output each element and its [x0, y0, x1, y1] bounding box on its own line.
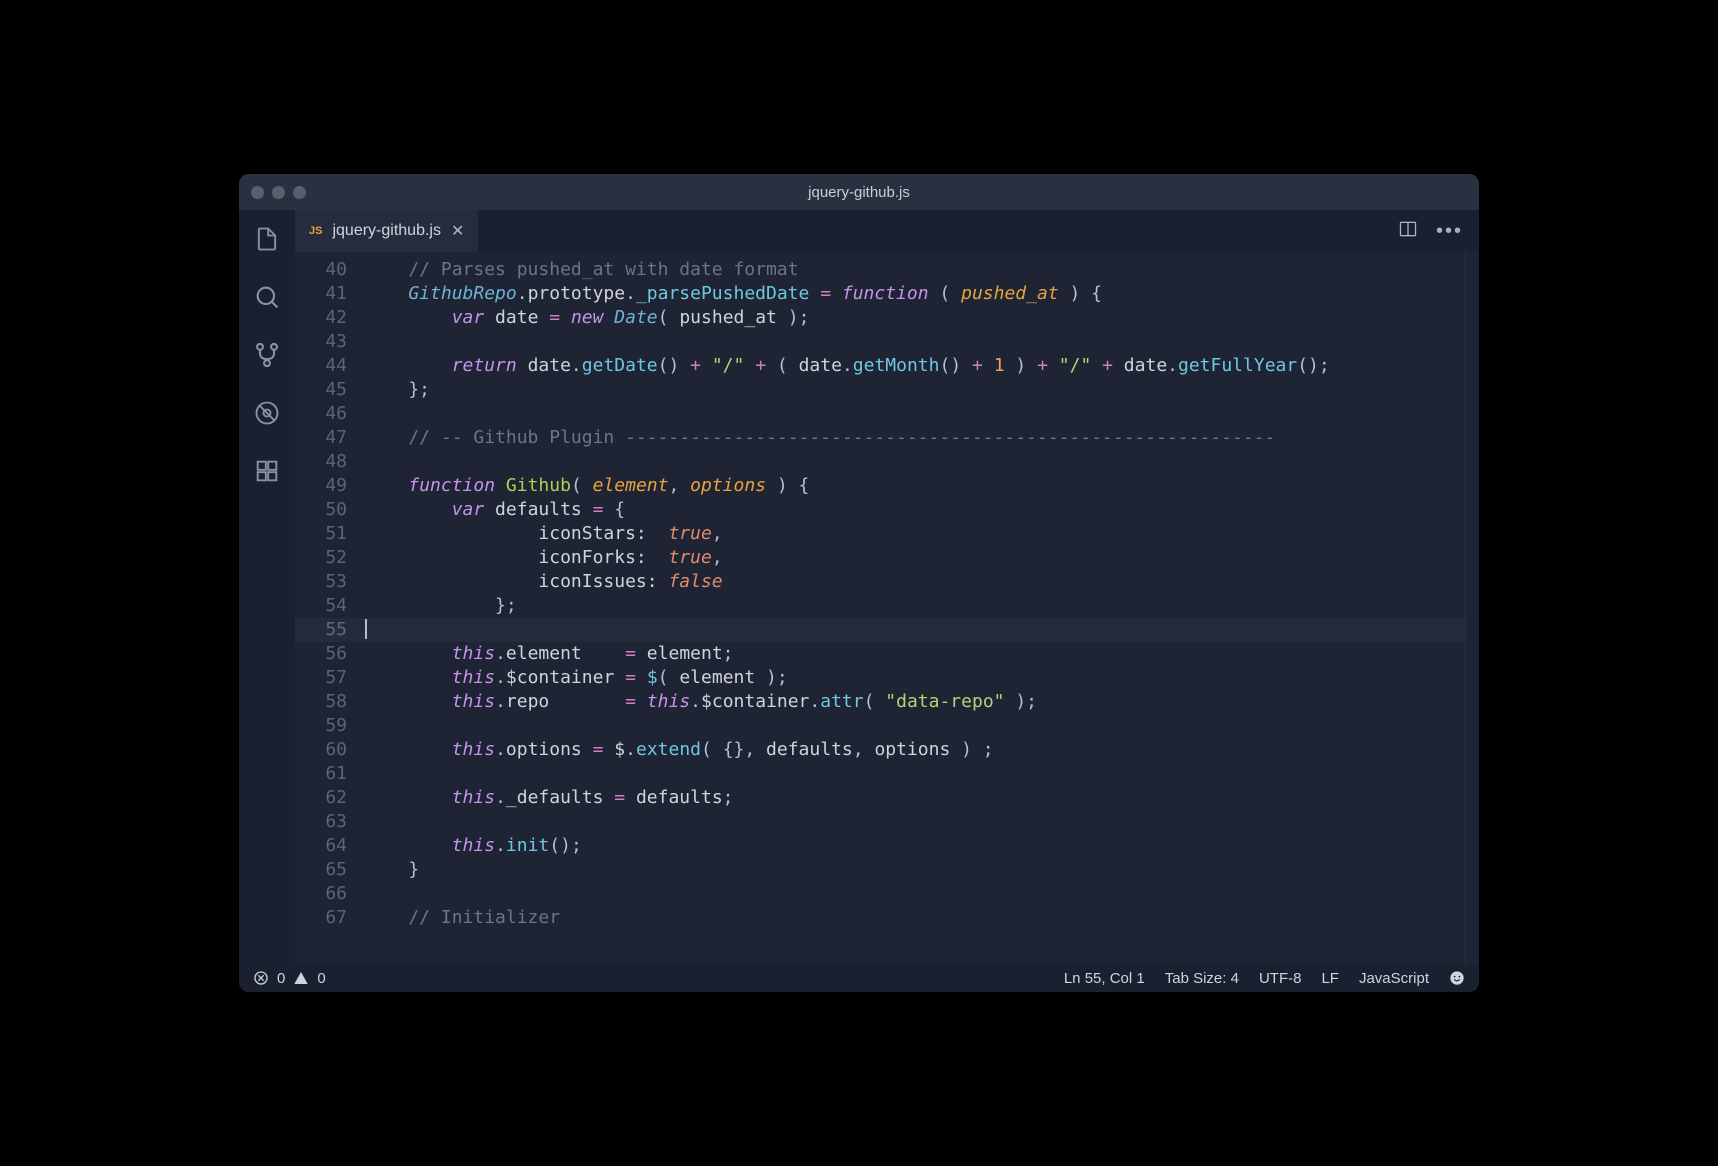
line-number: 53 [295, 570, 347, 594]
line-number: 63 [295, 810, 347, 834]
editor-body: JS jquery-github.js ✕ ••• 40414243444546… [239, 210, 1479, 964]
close-tab-icon[interactable]: ✕ [451, 221, 464, 241]
more-actions-icon[interactable]: ••• [1436, 220, 1463, 243]
code-line[interactable]: iconStars: true, [365, 522, 1465, 546]
code-line[interactable]: this.repo = this.$container.attr( "data-… [365, 690, 1465, 714]
line-number: 44 [295, 354, 347, 378]
line-number: 49 [295, 474, 347, 498]
code-line[interactable] [365, 402, 1465, 426]
minimap-scrollbar[interactable] [1465, 252, 1479, 964]
line-number: 65 [295, 858, 347, 882]
code-line[interactable]: GithubRepo.prototype._parsePushedDate = … [365, 282, 1465, 306]
extensions-icon[interactable] [252, 456, 282, 486]
encoding[interactable]: UTF-8 [1259, 970, 1302, 987]
code-line[interactable]: // Parses pushed_at with date format [365, 258, 1465, 282]
code-line[interactable]: this.init(); [365, 834, 1465, 858]
line-number: 62 [295, 786, 347, 810]
code-line[interactable]: iconForks: true, [365, 546, 1465, 570]
eol[interactable]: LF [1321, 970, 1339, 987]
line-number: 64 [295, 834, 347, 858]
code-line[interactable] [365, 882, 1465, 906]
warnings-count[interactable]: 0 [317, 970, 325, 987]
tab-actions: ••• [1398, 210, 1479, 252]
code-line[interactable] [365, 714, 1465, 738]
code-line[interactable] [365, 762, 1465, 786]
line-number: 41 [295, 282, 347, 306]
line-number: 58 [295, 690, 347, 714]
language-mode[interactable]: JavaScript [1359, 970, 1429, 987]
line-number: 40 [295, 258, 347, 282]
code-line[interactable]: } [365, 858, 1465, 882]
line-number: 50 [295, 498, 347, 522]
minimize-window-button[interactable] [272, 186, 285, 199]
code-line[interactable]: }; [365, 378, 1465, 402]
line-number: 59 [295, 714, 347, 738]
code-line[interactable]: var date = new Date( pushed_at ); [365, 306, 1465, 330]
code-line[interactable]: iconIssues: false [365, 570, 1465, 594]
explorer-icon[interactable] [252, 224, 282, 254]
warnings-icon[interactable] [293, 970, 309, 986]
line-number: 52 [295, 546, 347, 570]
code-line[interactable]: this.$container = $( element ); [365, 666, 1465, 690]
traffic-lights [251, 186, 306, 199]
line-number: 60 [295, 738, 347, 762]
feedback-smiley-icon[interactable] [1449, 970, 1465, 986]
titlebar: jquery-github.js [239, 174, 1479, 210]
cursor-position[interactable]: Ln 55, Col 1 [1064, 970, 1145, 987]
errors-count[interactable]: 0 [277, 970, 285, 987]
code-line[interactable]: var defaults = { [365, 498, 1465, 522]
maximize-window-button[interactable] [293, 186, 306, 199]
text-cursor [365, 619, 367, 639]
line-number: 45 [295, 378, 347, 402]
debug-icon[interactable] [252, 398, 282, 428]
line-number: 66 [295, 882, 347, 906]
code-line[interactable]: // -- Github Plugin --------------------… [365, 426, 1465, 450]
line-number: 47 [295, 426, 347, 450]
window-title: jquery-github.js [239, 184, 1479, 201]
code-line[interactable] [365, 450, 1465, 474]
code-content[interactable]: // Parses pushed_at with date format Git… [365, 252, 1465, 964]
code-line[interactable]: function Github( element, options ) { [365, 474, 1465, 498]
status-bar: 0 0 Ln 55, Col 1 Tab Size: 4 UTF-8 LF Ja… [239, 964, 1479, 992]
line-number: 43 [295, 330, 347, 354]
line-number: 54 [295, 594, 347, 618]
search-icon[interactable] [252, 282, 282, 312]
line-number: 57 [295, 666, 347, 690]
code-line[interactable]: this.element = element; [365, 642, 1465, 666]
code-line[interactable]: this._defaults = defaults; [365, 786, 1465, 810]
source-control-icon[interactable] [252, 340, 282, 370]
errors-icon[interactable] [253, 970, 269, 986]
line-number: 46 [295, 402, 347, 426]
tab-filename: jquery-github.js [332, 222, 441, 240]
close-window-button[interactable] [251, 186, 264, 199]
code-line[interactable]: }; [365, 594, 1465, 618]
tab-size[interactable]: Tab Size: 4 [1165, 970, 1239, 987]
line-number: 42 [295, 306, 347, 330]
code-editor[interactable]: 4041424344454647484950515253545556575859… [295, 252, 1479, 964]
code-line[interactable] [365, 810, 1465, 834]
tab-file[interactable]: JS jquery-github.js ✕ [295, 210, 478, 252]
code-line[interactable]: this.options = $.extend( {}, defaults, o… [365, 738, 1465, 762]
line-number-gutter: 4041424344454647484950515253545556575859… [295, 252, 365, 964]
split-editor-icon[interactable] [1398, 219, 1418, 244]
js-file-icon: JS [309, 225, 322, 237]
editor-window: jquery-github.js JS jquery [239, 174, 1479, 992]
line-number: 48 [295, 450, 347, 474]
line-number: 67 [295, 906, 347, 930]
line-number: 56 [295, 642, 347, 666]
line-number: 51 [295, 522, 347, 546]
code-line[interactable]: return date.getDate() + "/" + ( date.get… [365, 354, 1465, 378]
main-area: JS jquery-github.js ✕ ••• 40414243444546… [295, 210, 1479, 964]
tab-bar: JS jquery-github.js ✕ ••• [295, 210, 1479, 252]
line-number: 61 [295, 762, 347, 786]
code-line[interactable] [365, 330, 1465, 354]
code-line[interactable] [365, 618, 1465, 642]
code-line[interactable]: // Initializer [365, 906, 1465, 930]
activity-bar [239, 210, 295, 964]
